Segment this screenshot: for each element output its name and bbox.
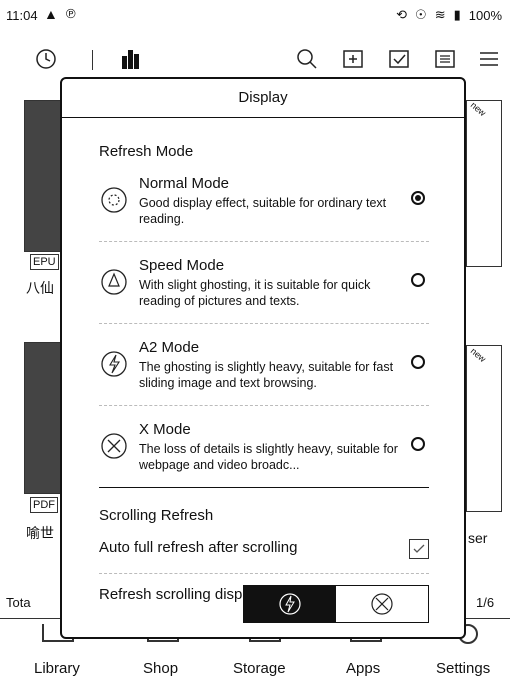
divider (99, 241, 429, 242)
list-icon[interactable] (434, 48, 456, 70)
divider (99, 323, 429, 324)
nav-library[interactable]: Library (34, 660, 80, 677)
panel-title: Display (238, 89, 288, 106)
x-mode-icon (101, 433, 127, 459)
battery-icon: ▮ (453, 7, 461, 22)
search-icon[interactable] (296, 48, 318, 70)
nav-settings[interactable]: Settings (436, 660, 490, 677)
mode-description: With slight ghosting, it is suitable for… (139, 278, 371, 308)
speed-mode-icon (101, 269, 127, 295)
checkmark-icon (413, 544, 425, 553)
radio-speed-mode[interactable] (411, 273, 425, 287)
notification-icon: ℗ (66, 6, 76, 21)
book-cover[interactable] (466, 345, 502, 512)
refresh-scrolling-toggle[interactable] (243, 585, 429, 623)
clock: 11:04 (6, 8, 38, 23)
shelf-icon[interactable] (120, 48, 142, 70)
radio-a2-mode[interactable] (411, 355, 425, 369)
mode-name: Speed Mode (139, 257, 225, 274)
book-cover[interactable] (466, 100, 502, 267)
divider (99, 573, 429, 574)
mode-a2[interactable]: A2 Mode The ghosting is slightly heavy, … (99, 339, 429, 399)
mode-name: A2 Mode (139, 339, 200, 356)
radio-normal-mode[interactable] (411, 191, 425, 205)
book-title: 八仙 (26, 280, 54, 296)
auto-refresh-row[interactable]: Auto full refresh after scrolling (99, 539, 429, 559)
refresh-on-icon (279, 593, 301, 615)
mode-description: Good display effect, suitable for ordina… (139, 196, 387, 226)
radio-x-mode[interactable] (411, 437, 425, 451)
refresh-mode-title: Refresh Mode (99, 143, 194, 160)
mode-name: Normal Mode (139, 175, 230, 192)
divider (99, 405, 429, 406)
book-title: ser (468, 530, 488, 546)
a2-mode-icon (101, 351, 127, 377)
new-folder-icon[interactable] (342, 48, 364, 70)
mode-name: X Mode (139, 421, 191, 438)
page-indicator: 1/6 (476, 595, 495, 610)
normal-mode-icon (101, 187, 127, 213)
refresh-off-icon (371, 593, 393, 615)
mode-description: The loss of details is slightly heavy, s… (139, 442, 398, 472)
toolbar-divider (92, 50, 93, 70)
mode-x[interactable]: X Mode The loss of details is slightly h… (99, 421, 429, 481)
battery-level: 100% (468, 7, 502, 23)
book-cover[interactable] (24, 342, 64, 494)
select-icon[interactable] (388, 48, 410, 70)
format-badge: EPU (30, 254, 59, 270)
status-bar: 11:04 ▲ ℗ ⟲ ☉ ≋ ▮ 100% (0, 0, 510, 30)
menu-icon[interactable] (478, 48, 500, 70)
nav-storage[interactable]: Storage (233, 660, 286, 677)
wifi-icon: ≋ (434, 7, 446, 22)
format-badge: PDF (30, 497, 58, 513)
bulb-icon: ☉ (415, 7, 427, 22)
rotate-icon: ⟲ (396, 7, 408, 22)
refresh-off-option[interactable] (336, 586, 428, 622)
auto-refresh-checkbox[interactable] (409, 539, 429, 559)
display-settings-panel: Display Refresh Mode Normal Mode Good di… (60, 77, 466, 639)
mode-speed[interactable]: Speed Mode With slight ghosting, it is s… (99, 257, 429, 317)
auto-refresh-label: Auto full refresh after scrolling (99, 539, 298, 556)
book-cover[interactable] (24, 100, 64, 252)
nav-shop[interactable]: Shop (143, 660, 178, 677)
refresh-scrolling-row: Refresh scrolling display (99, 585, 429, 625)
refresh-scrolling-label: Refresh scrolling display (99, 586, 262, 603)
title-divider (62, 117, 464, 118)
book-title: 喻世 (26, 525, 54, 541)
mode-normal[interactable]: Normal Mode Good display effect, suitabl… (99, 175, 429, 235)
total-label: Tota (6, 595, 31, 610)
section-divider (99, 487, 429, 488)
mode-description: The ghosting is slightly heavy, suitable… (139, 360, 394, 390)
warning-icon: ▲ (44, 6, 58, 22)
refresh-on-option[interactable] (244, 586, 336, 622)
nav-apps[interactable]: Apps (346, 660, 380, 677)
history-icon[interactable] (35, 48, 57, 70)
scrolling-refresh-title: Scrolling Refresh (99, 507, 214, 524)
